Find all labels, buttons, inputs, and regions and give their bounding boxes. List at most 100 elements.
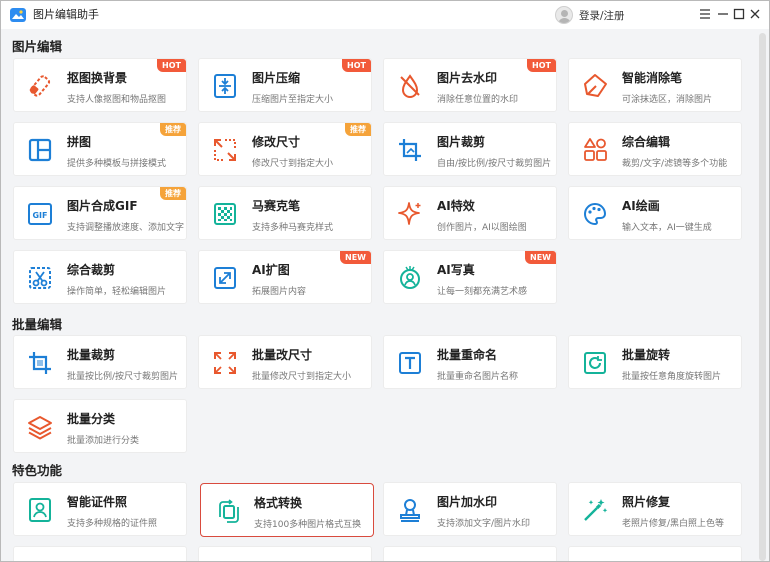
card-cutout-background[interactable]: 抠图换背景 支持人像抠图和物品抠图 HOT — [13, 58, 187, 112]
card-batch-rotate[interactable]: 批量旋转 批量按任意角度旋转图片 — [568, 335, 742, 389]
card-mosaic[interactable]: 马赛克笔 支持多种马赛克样式 — [198, 186, 372, 240]
scissors-icon — [29, 267, 51, 289]
collage-icon — [28, 138, 52, 162]
login-link[interactable]: 登录/注册 — [579, 8, 625, 23]
menu-icon[interactable] — [697, 6, 713, 22]
batch-resize-icon — [214, 352, 236, 374]
card-batch-classify[interactable]: 批量分类 批量添加进行分类 — [13, 399, 187, 453]
card-name: 批量重命名 — [437, 348, 498, 362]
card-name: 图片去水印 — [437, 71, 498, 85]
card-name: AI特效 — [437, 199, 475, 213]
card-photo-restore[interactable]: 照片修复 老照片修复/黑白照上色等 — [568, 482, 742, 536]
card-ai-portrait[interactable]: AI写真 让每一刻都充满艺术感 NEW — [383, 250, 557, 304]
card-partial[interactable] — [383, 546, 557, 561]
expand-icon — [214, 267, 236, 289]
card-desc: 裁剪/文字/滤镜等多个功能 — [622, 159, 728, 169]
scrollbar[interactable] — [759, 33, 766, 561]
card-name: 智能证件照 — [67, 495, 128, 509]
card-compress[interactable]: 图片压缩 压缩图片至指定大小 HOT — [198, 58, 372, 112]
section-title-batch: 批量编辑 — [12, 317, 63, 332]
shapes-icon — [584, 138, 607, 161]
card-desc: 支持100多种图片格式互换 — [254, 520, 362, 530]
card-desc: 拓展图片内容 — [252, 287, 307, 297]
card-collage[interactable]: 拼图 提供多种模板与拼接模式 推荐 — [13, 122, 187, 176]
card-desc: 修改尺寸到指定大小 — [252, 159, 334, 169]
card-crop[interactable]: 图片裁剪 自由/按比例/按尺寸裁剪图片 — [383, 122, 557, 176]
close-icon[interactable] — [747, 6, 763, 22]
card-batch-rename[interactable]: 批量重命名 批量重命名图片名称 — [383, 335, 557, 389]
layers-icon — [28, 416, 52, 440]
card-name: 综合裁剪 — [67, 263, 116, 277]
card-ai-effects[interactable]: AI特效 创作图片，AI以图绘图 — [383, 186, 557, 240]
card-name: 图片裁剪 — [437, 135, 486, 149]
card-name: 批量分类 — [67, 412, 116, 426]
user-login[interactable]: 登录/注册 — [555, 6, 625, 24]
card-format-convert[interactable]: 格式转换 支持100多种图片格式互换 — [200, 483, 374, 537]
minimize-icon[interactable] — [715, 6, 731, 22]
card-name: 批量裁剪 — [67, 348, 116, 362]
avatar[interactable] — [555, 6, 573, 24]
card-id-photo[interactable]: 智能证件照 支持多种规格的证件照 — [13, 482, 187, 536]
card-ai-painting[interactable]: AI绘画 输入文本，AI一键生成 — [568, 186, 742, 240]
card-desc: 创作图片，AI以图绘图 — [437, 223, 527, 233]
card-desc: 压缩图片至指定大小 — [252, 95, 334, 105]
id-photo-icon — [29, 498, 51, 522]
palette-icon — [584, 202, 607, 226]
card-partial[interactable] — [568, 546, 742, 561]
card-gif[interactable]: GIF 图片合成GIF 支持调整播放速度、添加文字 推荐 — [13, 186, 187, 240]
card-name: 修改尺寸 — [252, 135, 301, 149]
recommend-badge: 推荐 — [160, 187, 186, 200]
card-remove-watermark[interactable]: 图片去水印 消除任意位置的水印 HOT — [383, 58, 557, 112]
card-name: 照片修复 — [622, 495, 671, 509]
card-comprehensive-edit[interactable]: 综合编辑 裁剪/文字/滤镜等多个功能 — [568, 122, 742, 176]
card-desc: 可涂抹选区，消除图片 — [622, 95, 713, 105]
card-comprehensive-crop[interactable]: 综合裁剪 操作简单，轻松编辑图片 — [13, 250, 187, 304]
smart-eraser-icon — [584, 74, 607, 97]
svg-text:GIF: GIF — [32, 211, 47, 220]
card-resize[interactable]: 修改尺寸 修改尺寸到指定大小 推荐 — [198, 122, 372, 176]
card-name: AI绘画 — [622, 199, 660, 213]
card-desc: 老照片修复/黑白照上色等 — [622, 519, 725, 529]
card-batch-crop[interactable]: 批量裁剪 批量按比例/按尺寸裁剪图片 — [13, 335, 187, 389]
eraser-cut-icon — [29, 75, 51, 97]
batch-crop-icon — [29, 352, 51, 374]
card-desc: 输入文本，AI一键生成 — [622, 223, 712, 233]
card-desc: 批量重命名图片名称 — [437, 372, 519, 382]
card-smart-eraser[interactable]: 智能消除笔 可涂抹选区，消除图片 — [568, 58, 742, 112]
gif-icon: GIF — [28, 203, 52, 225]
card-partial[interactable] — [13, 546, 187, 561]
card-name: 图片加水印 — [437, 495, 498, 509]
card-desc: 支持调整播放速度、添加文字 — [67, 223, 185, 233]
sparkle-icon — [398, 202, 421, 225]
card-ai-expand[interactable]: AI扩图 拓展图片内容 NEW — [198, 250, 372, 304]
card-desc: 支持添加文字/图片水印 — [437, 519, 531, 529]
card-name: 马赛克笔 — [252, 199, 301, 213]
app-logo-icon — [10, 8, 26, 22]
card-name: 抠图换背景 — [67, 71, 128, 85]
hot-badge: HOT — [342, 59, 371, 72]
card-add-watermark[interactable]: 图片加水印 支持添加文字/图片水印 — [383, 482, 557, 536]
card-desc: 支持多种马赛克样式 — [252, 223, 334, 233]
new-badge: NEW — [340, 251, 371, 264]
card-desc: 批量添加进行分类 — [67, 436, 140, 446]
card-desc: 批量按任意角度旋转图片 — [622, 372, 722, 382]
card-batch-resize[interactable]: 批量改尺寸 批量修改尺寸到指定大小 — [198, 335, 372, 389]
card-desc: 让每一刻都充满艺术感 — [437, 287, 528, 297]
app-title: 图片编辑助手 — [33, 8, 99, 21]
card-name: AI写真 — [437, 263, 475, 277]
card-name: 图片压缩 — [252, 71, 301, 85]
mosaic-icon — [214, 203, 236, 225]
rename-icon — [399, 352, 421, 374]
card-name: 格式转换 — [254, 496, 303, 510]
card-desc: 自由/按比例/按尺寸裁剪图片 — [437, 159, 552, 169]
maximize-icon[interactable] — [731, 6, 747, 22]
card-desc: 消除任意位置的水印 — [437, 95, 519, 105]
crop-icon — [399, 139, 421, 161]
card-name: 智能消除笔 — [622, 71, 683, 85]
watermark-remove-icon — [400, 74, 420, 98]
hot-badge: HOT — [157, 59, 186, 72]
card-partial[interactable] — [198, 546, 372, 561]
card-desc: 批量修改尺寸到指定大小 — [252, 372, 352, 382]
add-watermark-icon — [400, 499, 420, 522]
card-desc: 提供多种模板与拼接模式 — [67, 159, 167, 169]
